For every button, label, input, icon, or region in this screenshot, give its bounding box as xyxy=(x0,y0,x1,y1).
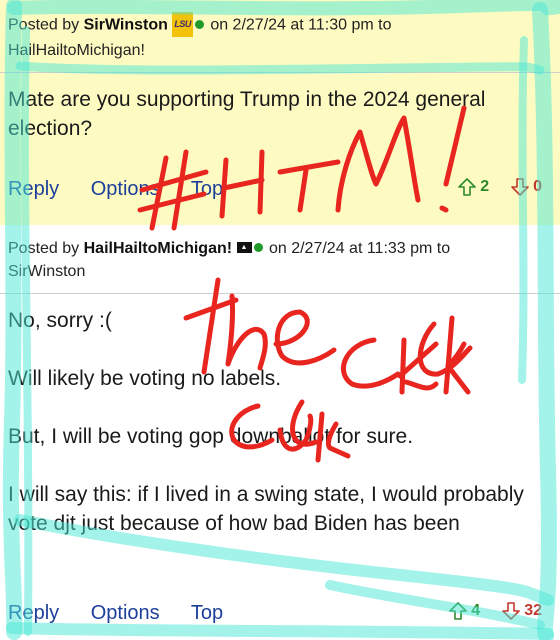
post-body: No, sorry :( Will likely be voting no la… xyxy=(0,294,560,538)
upvote-button[interactable]: 4 xyxy=(449,602,480,620)
reply-post-2: Posted by HailHailtoMichigan! ▲ on 2/27/… xyxy=(0,225,560,640)
options-button[interactable]: Options xyxy=(91,602,160,624)
vote-controls: 4 32 xyxy=(449,602,542,620)
author-name[interactable]: SirWinston xyxy=(84,17,168,34)
options-button[interactable]: Options xyxy=(91,178,160,200)
author-name[interactable]: HailHailtoMichigan! xyxy=(84,240,232,257)
post-meta: on 2/27/24 at 11:33 pm to xyxy=(268,240,451,257)
posted-by-label: Posted by xyxy=(8,16,80,34)
post-body: Mate are you supporting Trump in the 202… xyxy=(0,73,560,143)
post-paragraph: Will likely be voting no labels. xyxy=(8,367,282,390)
reply-button[interactable]: Reply xyxy=(8,602,59,624)
post-paragraph: But, I will be voting gop downballot for… xyxy=(8,425,414,448)
reply-button[interactable]: Reply xyxy=(8,178,59,200)
lsu-badge-icon: LSU xyxy=(172,12,193,37)
post-paragraph: No, sorry :( xyxy=(8,309,112,332)
team-flag-icon: ▲ xyxy=(236,242,252,254)
top-button[interactable]: Top xyxy=(191,602,223,624)
thumb-up-arrow-icon xyxy=(449,602,468,620)
post-header: Posted by SirWinston LSU on 2/27/24 at 1… xyxy=(0,0,560,62)
downvote-count: 32 xyxy=(524,602,542,619)
upvote-count: 2 xyxy=(480,178,490,195)
recipient-name[interactable]: HailHailtoMichigan! xyxy=(8,42,145,59)
upvote-count: 4 xyxy=(471,602,481,619)
upvote-button[interactable]: 2 xyxy=(458,178,489,196)
downvote-button[interactable]: 0 xyxy=(511,178,542,196)
downvote-button[interactable]: 32 xyxy=(502,602,542,620)
thumb-up-arrow-icon xyxy=(458,178,476,196)
online-status-icon xyxy=(253,243,263,253)
recipient-name[interactable]: SirWinston xyxy=(8,263,85,280)
post-paragraph: I will say this: if I lived in a swing s… xyxy=(8,483,524,535)
online-status-icon xyxy=(194,20,204,29)
post-meta: on 2/27/24 at 11:30 pm to xyxy=(210,16,392,34)
vote-controls: 2 0 xyxy=(458,178,542,196)
downvote-count: 0 xyxy=(533,178,542,195)
post-header: Posted by HailHailtoMichigan! ▲ on 2/27/… xyxy=(0,225,560,283)
reply-post-1: Posted by SirWinston LSU on 2/27/24 at 1… xyxy=(0,0,560,225)
post-actions: Reply Options Top 2 0 xyxy=(8,178,552,206)
post-paragraph: Mate are you supporting Trump in the 202… xyxy=(8,88,486,140)
down-arrow-icon xyxy=(502,602,521,620)
post-actions: Reply Options Top 4 32 xyxy=(8,602,552,630)
top-button[interactable]: Top xyxy=(191,178,223,200)
posted-by-label: Posted by xyxy=(8,240,80,257)
down-arrow-icon xyxy=(511,178,529,196)
